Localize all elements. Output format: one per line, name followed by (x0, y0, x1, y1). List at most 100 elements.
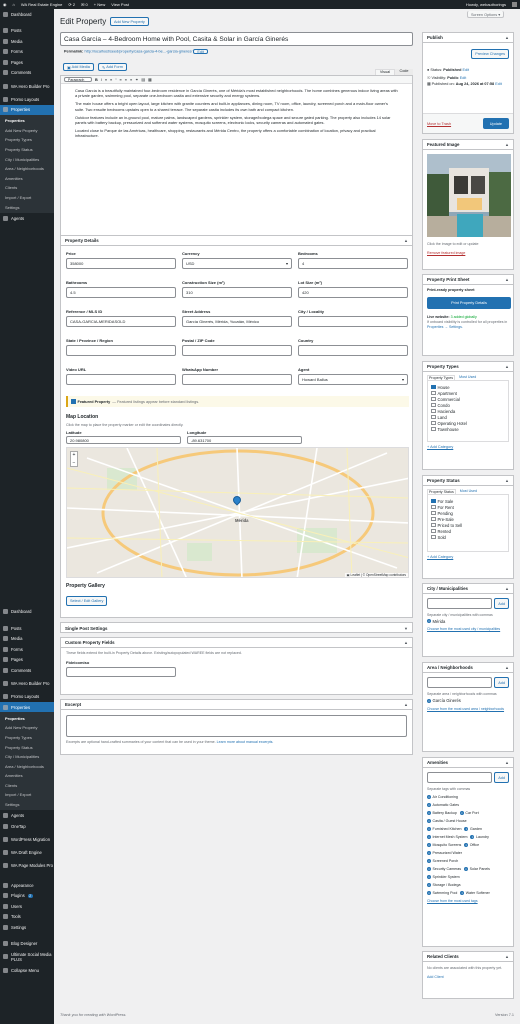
zoom-in-button[interactable]: + (71, 452, 77, 460)
checkbox[interactable] (431, 528, 436, 534)
submenu-item-property-status[interactable]: Property Status (0, 145, 54, 155)
menu-item-forms[interactable]: Forms (0, 644, 54, 655)
checkbox[interactable] (431, 534, 436, 540)
remove-term-icon[interactable]: × (427, 803, 431, 807)
single-post-header[interactable]: Single Post Settings ▼ (61, 623, 412, 633)
zoom-out-button[interactable]: − (71, 460, 77, 468)
submenu-item-import-export[interactable]: Import / Export (0, 790, 54, 800)
property-types-header[interactable]: Property Types ▲ (423, 362, 513, 372)
new-content-link[interactable]: + New (94, 2, 105, 7)
checkbox[interactable] (431, 504, 436, 510)
checklist-item[interactable]: Sold (431, 534, 505, 540)
menu-item-forms[interactable]: Forms (0, 47, 54, 58)
remove-term-icon[interactable]: × (464, 827, 469, 831)
numbered-list-icon[interactable]: ≡ (110, 78, 112, 82)
more-tag-icon[interactable]: ▤ (141, 77, 145, 82)
remove-term-icon[interactable]: × (459, 811, 464, 815)
remove-term-icon[interactable]: × (470, 835, 475, 839)
add-status-link[interactable]: + Add Category (423, 552, 513, 562)
collapse-icon[interactable]: ▲ (505, 478, 509, 483)
publish-header[interactable]: Publish ▲ (423, 33, 513, 43)
remove-term-icon[interactable]: × (427, 875, 431, 879)
add-media-button[interactable]: ▣ Add Media (63, 63, 94, 71)
remove-term-icon[interactable]: × (427, 835, 431, 839)
longitude-input[interactable]: -89.631700 (187, 436, 302, 444)
addr-input[interactable]: García Ginerés, Mérida, Yucatán, México (182, 316, 292, 327)
amenities-input[interactable] (427, 772, 493, 783)
checkbox[interactable] (431, 408, 436, 414)
property-details-header[interactable]: Property Details ▲ (61, 236, 412, 246)
menu-item-tools[interactable]: Tools (0, 911, 54, 922)
menu-item-dashboard[interactable]: Dashboard (0, 606, 54, 617)
submenu-item-properties[interactable]: Properties (0, 713, 54, 723)
submenu-item-properties[interactable]: Properties (0, 116, 54, 126)
menu-item-posts[interactable]: Posts (0, 623, 54, 634)
submenu-item-property-types[interactable]: Property Types (0, 135, 54, 145)
preview-changes-button[interactable]: Preview Changes (471, 49, 509, 59)
collapse-icon[interactable]: ▲ (505, 142, 509, 147)
menu-item-comments[interactable]: Comments (0, 665, 54, 676)
submenu-item-area-neighborhoods[interactable]: Area / Neighborhoods (0, 761, 54, 771)
collapse-icon[interactable]: ▲ (404, 238, 408, 243)
menu-item-agents[interactable]: Agents (0, 213, 54, 224)
collapse-icon[interactable]: ▲ (505, 586, 509, 591)
site-name-link[interactable]: WA Real Estate Engine (21, 2, 62, 7)
area-most-used-link[interactable]: Choose from the most used area / neighbo… (423, 705, 513, 714)
amenities-most-used-link[interactable]: Choose from the most used tags (423, 897, 513, 905)
wa-input[interactable] (182, 374, 292, 385)
menu-item-wa-hero-builder-pro[interactable]: WA Hero Builder Pro (0, 78, 54, 94)
menu-item-pages[interactable]: Pages (0, 654, 54, 665)
area-input[interactable] (427, 677, 493, 688)
menu-item-settings[interactable]: Settings (0, 922, 54, 933)
checkbox[interactable] (431, 414, 436, 420)
custom-fields-header[interactable]: Custom Property Fields ▲ (61, 638, 412, 648)
remove-term-icon[interactable]: × (427, 698, 431, 703)
print-property-details-button[interactable]: Print Property Details (427, 297, 511, 309)
city-input[interactable] (298, 316, 408, 327)
state-input[interactable] (66, 345, 176, 356)
submenu-item-import-export[interactable]: Import / Export (0, 193, 54, 203)
checkbox[interactable] (431, 516, 436, 522)
remove-term-icon[interactable]: × (427, 843, 431, 847)
submenu-item-city-municipalities[interactable]: City / Municipalities (0, 752, 54, 762)
checkbox[interactable] (431, 402, 436, 408)
collapse-icon[interactable]: ▲ (505, 277, 509, 282)
area-add-button[interactable]: Add (494, 677, 509, 688)
submenu-item-add-new-property[interactable]: Add New Property (0, 723, 54, 733)
toolbar-toggle-icon[interactable]: ▦ (148, 77, 152, 82)
add-client-link[interactable]: Add Client (423, 975, 513, 979)
remove-term-icon[interactable]: × (464, 843, 469, 847)
map[interactable]: + − Mérida ▣ Leaflet | © OpenStreetMap co… (66, 447, 409, 578)
add-form-button[interactable]: ✎ Add Form (98, 63, 127, 71)
align-right-icon[interactable]: ≡ (130, 78, 132, 82)
screen-options-button[interactable]: Screen Options ▾ (467, 11, 505, 18)
print-sheet-header[interactable]: Property Print Sheet ▲ (423, 275, 513, 285)
menu-item-blog-designer[interactable]: Blog Designer (0, 938, 54, 949)
checkbox[interactable] (431, 426, 436, 432)
submenu-item-clients[interactable]: Clients (0, 781, 54, 791)
submenu-item-amenities[interactable]: Amenities (0, 174, 54, 184)
checkbox[interactable] (431, 510, 436, 516)
menu-item-wa-page-modules-pro[interactable]: WA Page Modules Pro (0, 858, 54, 874)
remove-term-icon[interactable]: × (460, 891, 465, 895)
comments-link[interactable]: ✉ 0 (81, 2, 88, 7)
avatar[interactable] (512, 2, 517, 7)
checkbox[interactable] (431, 498, 436, 504)
collapse-icon[interactable]: ▲ (404, 640, 408, 645)
fideicomiso-input[interactable] (66, 667, 176, 677)
collapse-icon[interactable]: ▲ (404, 702, 408, 707)
menu-item-onetap[interactable]: OneTap (0, 821, 54, 832)
menu-item-pages[interactable]: Pages (0, 57, 54, 68)
checkbox[interactable] (431, 420, 436, 426)
city-most-used-link[interactable]: Choose from the most used city / municip… (423, 625, 513, 634)
remove-term-icon[interactable]: × (427, 851, 431, 855)
video-input[interactable] (66, 374, 176, 385)
collapse-icon[interactable]: ▲ (505, 954, 509, 959)
related-clients-header[interactable]: Related Clients ▲ (423, 952, 513, 962)
menu-item-comments[interactable]: Comments (0, 68, 54, 79)
submenu-item-settings[interactable]: Settings (0, 800, 54, 810)
editor-content[interactable]: Casa García is a beautifully maintained … (61, 84, 412, 143)
area-header[interactable]: Area / Neighborhoods ▲ (423, 663, 513, 673)
property-status-header[interactable]: Property Status ▲ (423, 476, 513, 486)
quote-icon[interactable]: “ (115, 78, 116, 82)
